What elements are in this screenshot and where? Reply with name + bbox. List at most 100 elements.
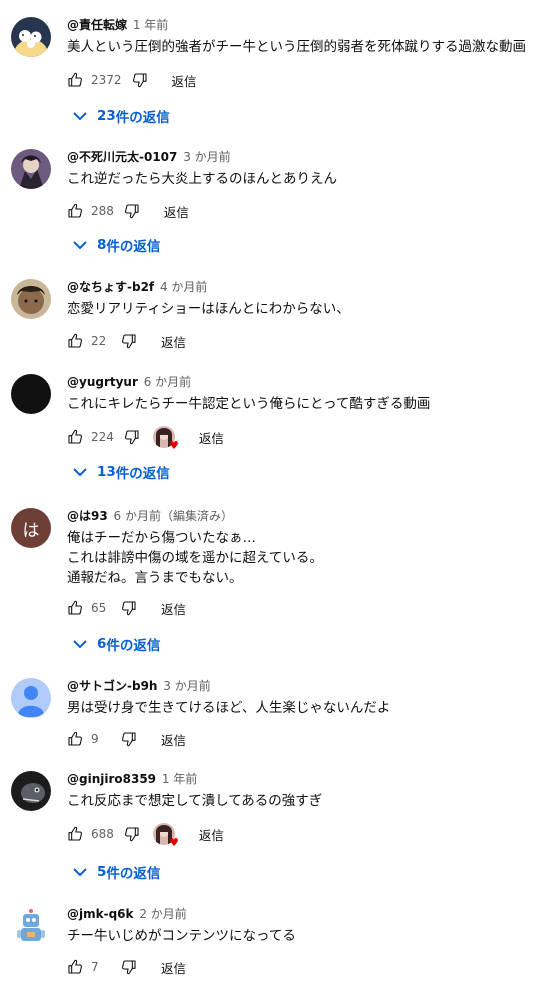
replies-count: 13 [97, 464, 116, 480]
avatar[interactable] [11, 17, 51, 57]
like-count: 9 [91, 732, 99, 746]
comment-text: 美人という圧倒的強者がチー牛という圧倒的弱者を死体蹴りする過激な動画 [67, 39, 526, 55]
comment-header: @なちょす-b2f 4 か月前 [67, 279, 207, 295]
comment-author[interactable]: @は93 [67, 509, 108, 523]
like-count: 688 [91, 827, 114, 841]
chevron-down-icon [72, 866, 88, 878]
like-count: 288 [91, 204, 114, 218]
replies-label: 件の返信 [115, 110, 170, 126]
chevron-down-icon [72, 638, 88, 650]
comment-time[interactable]: 1 年前 [133, 18, 168, 32]
thumb-down-icon[interactable] [124, 203, 140, 219]
reply-button[interactable]: 返信 [161, 332, 186, 351]
avatar[interactable] [11, 771, 51, 811]
comment-line: これは誹謗中傷の域を遥かに超えている。 [67, 550, 323, 566]
replies-count: 6 [97, 636, 107, 652]
replies-count: 8 [97, 237, 107, 253]
comment-time[interactable]: 4 か月前 [160, 280, 207, 294]
reply-button[interactable]: 返信 [199, 825, 224, 844]
view-replies-button[interactable]: 13 件の返信 [72, 462, 170, 482]
comment-actions: 22 返信 [67, 331, 186, 351]
chevron-down-icon [72, 110, 88, 122]
comment-author[interactable]: @サトゴン-b9h [67, 679, 157, 693]
comment-text: これにキレたらチー牛認定という俺らにとって酷すぎる動画 [67, 396, 431, 412]
replies-label: 件の返信 [106, 866, 161, 882]
avatar[interactable]: は [11, 508, 51, 548]
comment-actions: 9 返信 [67, 729, 186, 749]
replies-count: 23 [97, 108, 116, 124]
avatar[interactable] [11, 149, 51, 189]
heart-icon: ♥ [169, 836, 179, 849]
creator-heart: ♥ [152, 426, 179, 451]
comment-author[interactable]: @yugrtyur [67, 375, 138, 389]
comment-text: 恋愛リアリティショーはほんとにわからない、 [67, 301, 350, 317]
comment-text: これ逆だったら大炎上するのほんとありえん [67, 171, 337, 187]
thumb-up-icon[interactable] [67, 826, 83, 842]
thumb-down-icon[interactable] [121, 959, 137, 975]
thumb-down-icon[interactable] [121, 600, 137, 616]
thumb-up-icon[interactable] [67, 333, 83, 349]
comment-time[interactable]: 3 か月前 [163, 679, 210, 693]
like-count: 224 [91, 430, 114, 444]
thumb-up-icon[interactable] [67, 203, 83, 219]
comment-time[interactable]: 2 か月前 [139, 907, 186, 921]
avatar[interactable] [11, 374, 51, 414]
comment-actions: 2372 返信 [67, 70, 197, 90]
comment-header: @責任転嫁 1 年前 [67, 17, 168, 33]
like-count: 7 [91, 960, 99, 974]
thumb-down-icon[interactable] [124, 826, 140, 842]
thumb-up-icon[interactable] [67, 959, 83, 975]
comment-author[interactable]: @jmk-q6k [67, 907, 134, 921]
avatar[interactable] [11, 906, 51, 946]
comment-header: @不死川元太-0107 3 か月前 [67, 149, 231, 165]
comment-text: 俺はチーだから傷ついたなぁ… これは誹謗中傷の域を遥かに超えている。 通報だね。… [67, 528, 323, 588]
view-replies-button[interactable]: 5 件の返信 [72, 862, 160, 882]
comment-time[interactable]: 3 か月前 [183, 150, 230, 164]
comment-line: 通報だね。言うまでもない。 [67, 570, 243, 586]
thumb-down-icon[interactable] [121, 731, 137, 747]
reply-button[interactable]: 返信 [172, 71, 197, 90]
view-replies-button[interactable]: 6 件の返信 [72, 634, 160, 654]
like-count: 2372 [91, 73, 122, 87]
comment-time[interactable]: 6 か月前（編集済み） [114, 509, 233, 523]
reply-button[interactable]: 返信 [161, 958, 186, 977]
reply-button[interactable]: 返信 [161, 599, 186, 618]
replies-label: 件の返信 [115, 466, 170, 482]
creator-heart: ♥ [152, 823, 179, 848]
heart-icon: ♥ [169, 439, 179, 452]
comment-line: 俺はチーだから傷ついたなぁ… [67, 530, 256, 546]
view-replies-button[interactable]: 8 件の返信 [72, 235, 160, 255]
comment-actions: 224 ♥ 返信 [67, 426, 224, 451]
thumb-down-icon[interactable] [124, 429, 140, 445]
comment-header: @サトゴン-b9h 3 か月前 [67, 678, 211, 694]
comment-header: @jmk-q6k 2 か月前 [67, 906, 187, 922]
replies-label: 件の返信 [106, 638, 161, 654]
thumb-up-icon[interactable] [67, 600, 83, 616]
avatar[interactable] [11, 678, 51, 718]
comment-author[interactable]: @不死川元太-0107 [67, 150, 177, 164]
thumb-down-icon[interactable] [121, 333, 137, 349]
comment-author[interactable]: @責任転嫁 [67, 18, 127, 32]
comment-time[interactable]: 6 か月前 [144, 375, 191, 389]
replies-count: 5 [97, 864, 107, 880]
comment-header: @は93 6 か月前（編集済み） [67, 508, 233, 524]
thumb-up-icon[interactable] [67, 731, 83, 747]
thumb-up-icon[interactable] [67, 429, 83, 445]
like-count: 22 [91, 334, 107, 348]
comment-author[interactable]: @なちょす-b2f [67, 280, 154, 294]
default-person-icon [11, 678, 51, 718]
thumb-up-icon[interactable] [67, 72, 83, 88]
view-replies-button[interactable]: 23 件の返信 [72, 106, 170, 126]
reply-button[interactable]: 返信 [161, 730, 186, 749]
reply-button[interactable]: 返信 [199, 428, 224, 447]
comment-header: @yugrtyur 6 か月前 [67, 374, 191, 390]
comment-text: チー牛いじめがコンテンツになってる [67, 928, 296, 944]
thumb-down-icon[interactable] [132, 72, 148, 88]
comment-time[interactable]: 1 年前 [162, 772, 197, 786]
comment-text: 男は受け身で生きてけるほど、人生楽じゃないんだよ [67, 700, 391, 716]
avatar[interactable] [11, 279, 51, 319]
chevron-down-icon [72, 466, 88, 478]
reply-button[interactable]: 返信 [164, 202, 189, 221]
avatar-letter: は [22, 520, 40, 541]
comment-author[interactable]: @ginjiro8359 [67, 772, 156, 786]
